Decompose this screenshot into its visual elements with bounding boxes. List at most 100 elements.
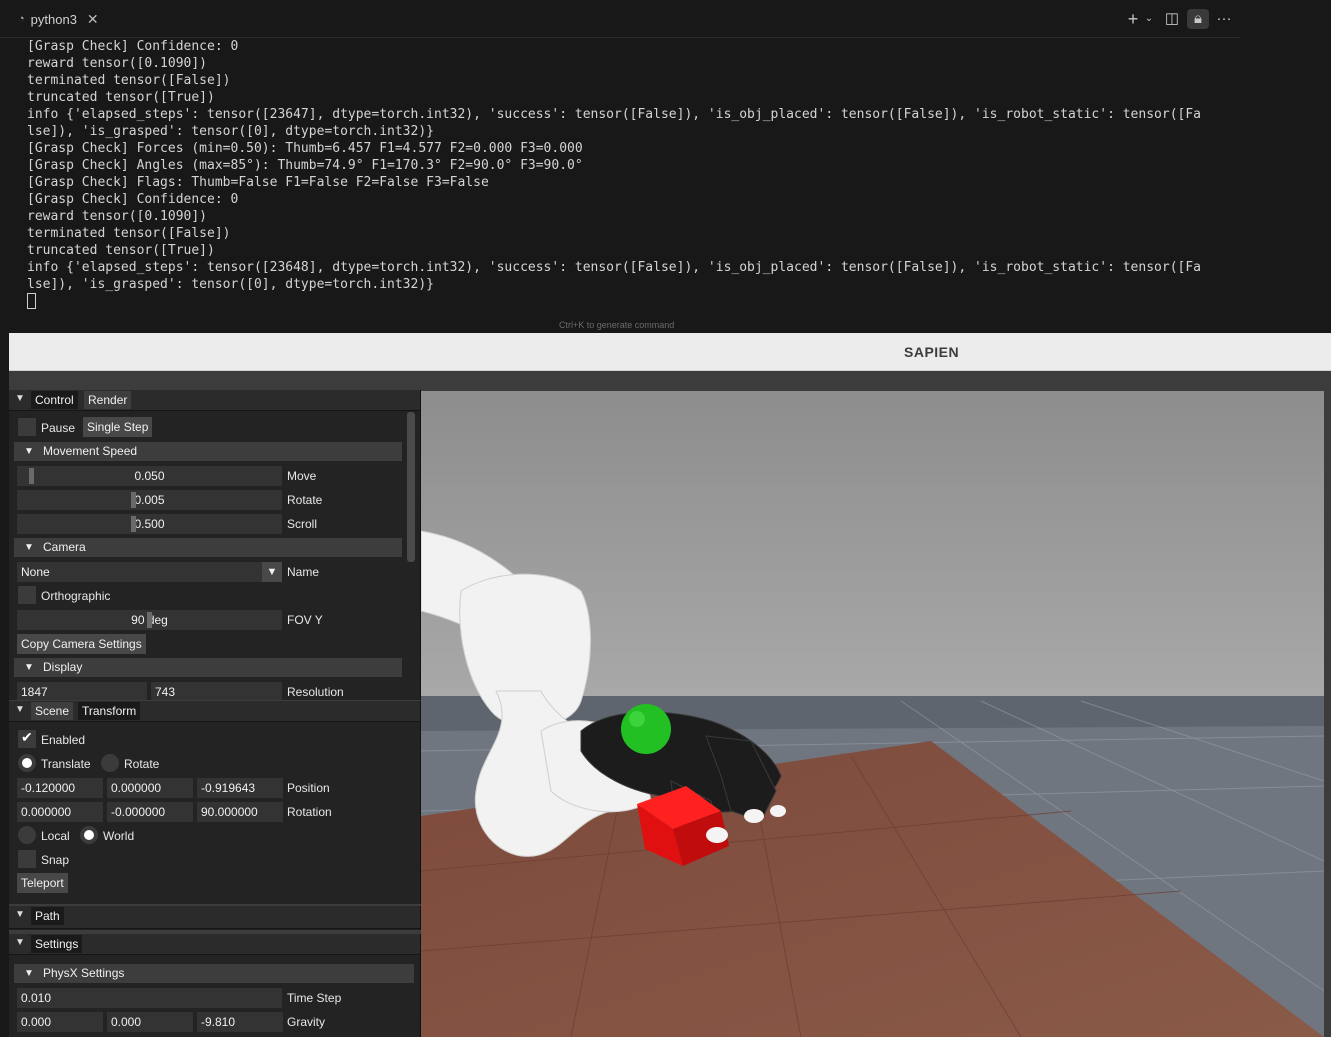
- tab-control[interactable]: Control: [31, 391, 78, 409]
- terminal-line: truncated tensor([True]): [27, 243, 215, 258]
- tab-scene[interactable]: Scene: [31, 702, 74, 720]
- sphere-highlight: [629, 711, 645, 727]
- resolution-label: Resolution: [287, 685, 344, 699]
- control-tab-bar: ▼ Control Render: [9, 390, 420, 411]
- resolution-height-input[interactable]: 743: [151, 682, 282, 700]
- 3d-viewport[interactable]: [421, 391, 1324, 1037]
- terminal-line: lse]), 'is_grasped': tensor([0], dtype=t…: [27, 124, 434, 139]
- position-label: Position: [287, 781, 330, 795]
- terminal-cursor[interactable]: [27, 293, 36, 309]
- tab-transform[interactable]: Transform: [78, 702, 141, 720]
- rotation-y-input[interactable]: -0.000000: [107, 802, 193, 822]
- rotation-z-input[interactable]: 90.000000: [197, 802, 283, 822]
- python-icon: ◔: [18, 13, 25, 25]
- terminal-line: info {'elapsed_steps': tensor([23648], d…: [27, 260, 1201, 275]
- time-step-input[interactable]: 0.010: [17, 988, 282, 1008]
- gravity-z-input[interactable]: -9.810: [197, 1012, 283, 1032]
- movement-speed-header[interactable]: ▼ Movement Speed: [14, 442, 402, 461]
- single-step-button[interactable]: Single Step: [83, 417, 153, 437]
- control-panel: ▼ Control Render Pause Single Step ▼ Mov…: [9, 390, 421, 700]
- terminal-output: [Grasp Check] Confidence: 0 reward tensor…: [27, 38, 1201, 293]
- generate-command-hint: Ctrl+K to generate command: [559, 320, 675, 330]
- scroll-label: Scroll: [287, 517, 318, 531]
- chevron-down-icon[interactable]: ⌄: [1143, 9, 1155, 29]
- collapse-icon[interactable]: ▼: [15, 393, 25, 404]
- camera-header[interactable]: ▼ Camera: [14, 538, 402, 557]
- terminal-line: [Grasp Check] Forces (min=0.50): Thumb=6…: [27, 141, 583, 156]
- window-titlebar[interactable]: SAPIEN: [9, 333, 1331, 371]
- teleport-button[interactable]: Teleport: [17, 873, 68, 893]
- window-title: SAPIEN: [904, 344, 960, 360]
- lock-icon[interactable]: 🔒︎: [1187, 9, 1209, 29]
- scene-panel: ▼ Scene Transform ✔ Enabled Translate Ro…: [9, 701, 421, 904]
- close-icon[interactable]: ✕: [87, 11, 99, 28]
- gravity-y-input[interactable]: 0.000: [107, 1012, 193, 1032]
- translate-label: Translate: [41, 757, 91, 771]
- collapse-icon[interactable]: ▼: [15, 909, 25, 920]
- terminal-line: terminated tensor([False]): [27, 226, 231, 241]
- slider-grab[interactable]: [131, 492, 136, 508]
- terminal-line: [Grasp Check] Confidence: 0: [27, 39, 239, 54]
- scroll-speed-slider[interactable]: 0.500: [17, 514, 282, 534]
- slider-grab[interactable]: [147, 612, 152, 628]
- terminal-line: [Grasp Check] Confidence: 0: [27, 192, 239, 207]
- position-x-input[interactable]: -0.120000: [17, 778, 103, 798]
- tab-settings[interactable]: Settings: [31, 935, 83, 953]
- settings-panel: ▼ Settings ▼ PhysX Settings 0.010 Time S…: [9, 934, 421, 1037]
- move-label: Move: [287, 469, 317, 483]
- pause-checkbox[interactable]: [18, 418, 36, 436]
- slider-grab[interactable]: [29, 468, 34, 484]
- tab-render[interactable]: Render: [84, 391, 132, 409]
- dropdown-arrow-icon[interactable]: ▼: [262, 562, 282, 582]
- new-terminal-icon[interactable]: +: [1124, 9, 1142, 29]
- local-label: Local: [41, 829, 70, 843]
- fingertip: [706, 827, 728, 843]
- tab-path[interactable]: Path: [31, 907, 64, 925]
- physx-settings-header[interactable]: ▼ PhysX Settings: [14, 964, 414, 983]
- rotate-radio[interactable]: [101, 754, 119, 772]
- terminal-tab[interactable]: ◔ python3 ✕: [12, 5, 105, 33]
- checkmark-icon: ✔: [21, 729, 33, 745]
- snap-label: Snap: [41, 853, 70, 867]
- expand-arrow-icon: ▼: [24, 446, 34, 457]
- expand-arrow-icon: ▼: [24, 542, 34, 553]
- time-step-label: Time Step: [287, 991, 342, 1005]
- expand-arrow-icon: ▼: [24, 968, 34, 979]
- world-radio[interactable]: [80, 826, 98, 844]
- collapse-icon[interactable]: ▼: [15, 704, 25, 715]
- split-terminal-icon[interactable]: ◫: [1163, 9, 1181, 29]
- orthographic-checkbox[interactable]: [18, 586, 36, 604]
- viewport-border: [1324, 391, 1331, 1037]
- position-y-input[interactable]: 0.000000: [107, 778, 193, 798]
- enabled-label: Enabled: [41, 733, 86, 747]
- rotate-label: Rotate: [287, 493, 323, 507]
- terminal-line: truncated tensor([True]): [27, 90, 215, 105]
- rotation-x-input[interactable]: 0.000000: [17, 802, 103, 822]
- translate-radio[interactable]: [18, 754, 36, 772]
- display-header[interactable]: ▼ Display: [14, 658, 402, 677]
- enabled-checkbox[interactable]: ✔: [18, 729, 36, 748]
- sapien-window: SAPIEN ▼ Control Render Pause Single Ste…: [9, 333, 1331, 1037]
- rotation-label: Rotation: [287, 805, 332, 819]
- copy-camera-settings-button[interactable]: Copy Camera Settings: [17, 634, 146, 654]
- scene-render: [421, 391, 1324, 1037]
- move-speed-slider[interactable]: 0.050: [17, 466, 282, 486]
- terminal-line: [Grasp Check] Angles (max=85°): Thumb=74…: [27, 158, 583, 173]
- camera-name-select[interactable]: None ▼: [17, 562, 282, 582]
- slider-grab[interactable]: [131, 516, 136, 532]
- collapse-icon[interactable]: ▼: [15, 937, 25, 948]
- snap-checkbox[interactable]: [18, 850, 36, 868]
- orthographic-label: Orthographic: [41, 589, 111, 603]
- terminal-tab-title: python3: [30, 11, 77, 27]
- panel-scrollbar[interactable]: [407, 412, 415, 562]
- fov-slider[interactable]: 90 deg: [17, 610, 282, 630]
- resolution-width-input[interactable]: 1847: [17, 682, 147, 700]
- gravity-x-input[interactable]: 0.000: [17, 1012, 103, 1032]
- terminal-line: reward tensor([0.1090]): [27, 209, 208, 224]
- local-radio[interactable]: [18, 826, 36, 844]
- terminal-line: lse]), 'is_grasped': tensor([0], dtype=t…: [27, 277, 434, 292]
- more-icon[interactable]: ···: [1215, 9, 1233, 29]
- rotate-speed-slider[interactable]: 0.005: [17, 490, 282, 510]
- fingertip: [770, 805, 786, 817]
- position-z-input[interactable]: -0.919643: [197, 778, 283, 798]
